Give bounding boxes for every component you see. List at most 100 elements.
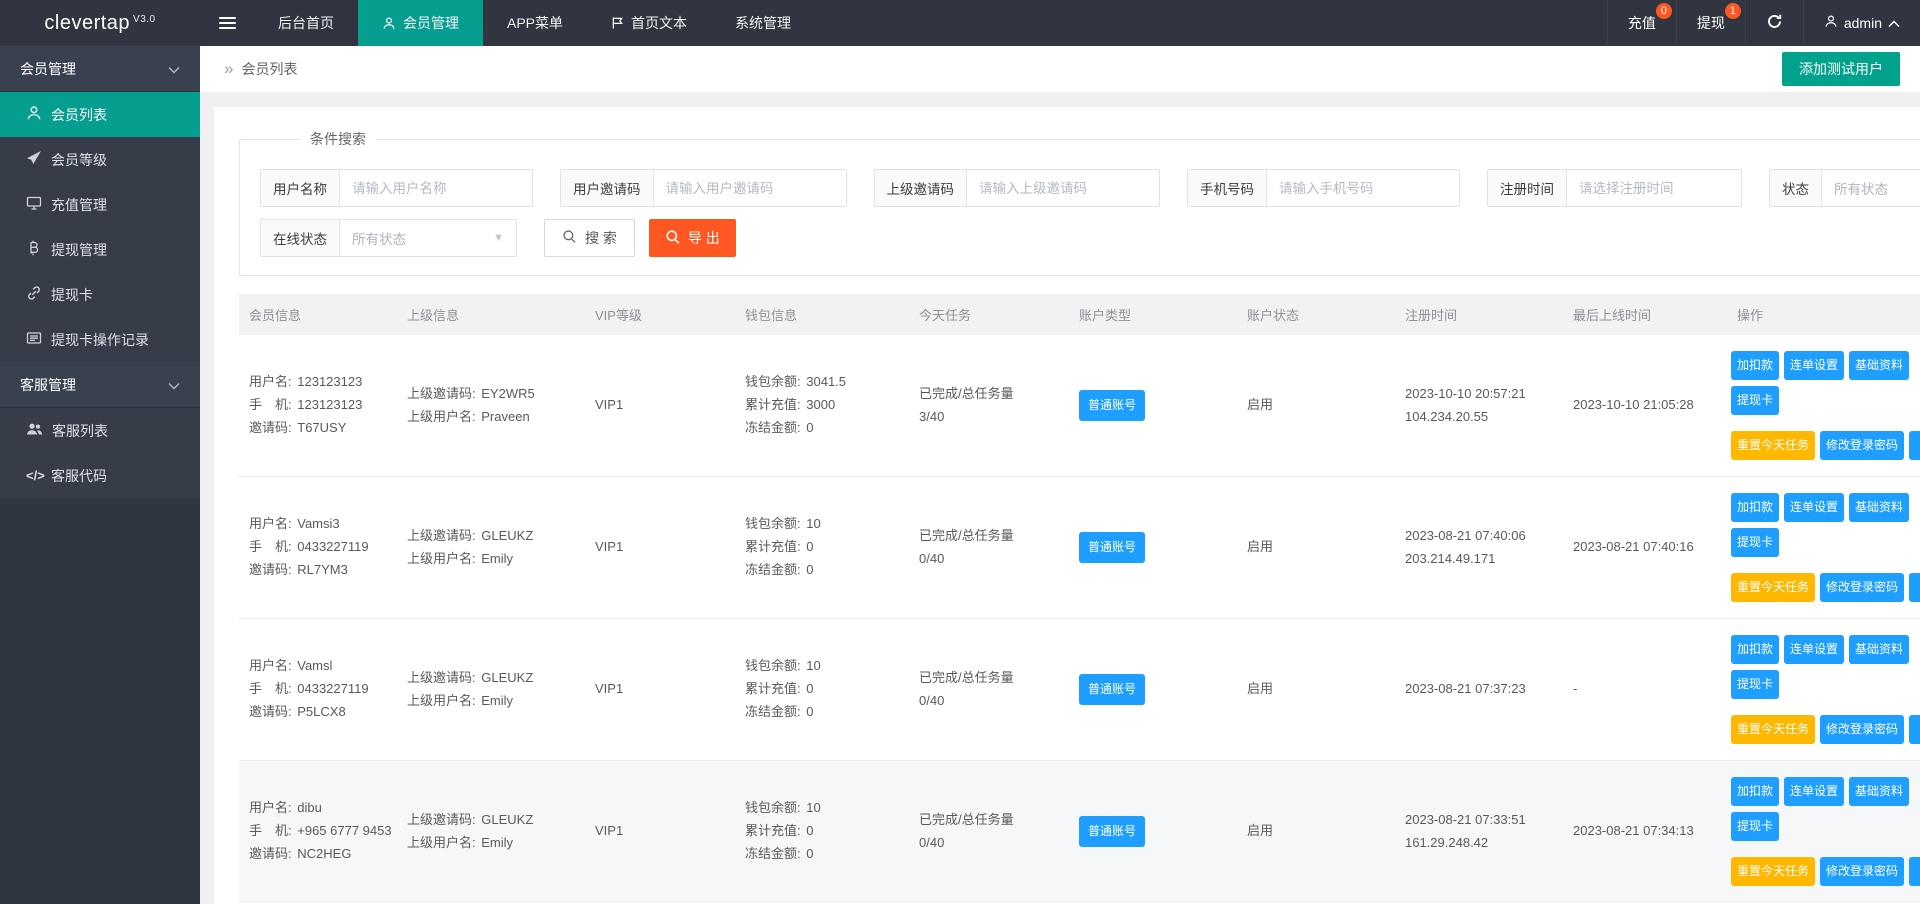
sidebar-item-withdraw-card[interactable]: 提现卡 xyxy=(0,272,200,317)
last-online-cell: - xyxy=(1563,619,1727,761)
phone-input[interactable] xyxy=(1267,170,1459,206)
account-status: 启用 xyxy=(1247,823,1273,838)
sidebar-item-withdraw-card-log[interactable]: 提现卡操作记录 xyxy=(0,317,200,362)
op-button[interactable]: 修改登录密码 xyxy=(1820,857,1904,886)
nav-item-home-text[interactable]: 首页文本 xyxy=(587,0,711,46)
status-select[interactable]: 所有状态 ▼ xyxy=(1822,170,1920,206)
nav-item-members[interactable]: 会员管理 xyxy=(358,0,483,46)
recharge-link[interactable]: 充值 0 xyxy=(1607,0,1676,46)
op-button[interactable]: 提现卡 xyxy=(1731,528,1779,557)
parent-invite-code-input[interactable] xyxy=(967,170,1159,206)
op-button[interactable]: 修改登录密码 xyxy=(1820,573,1904,602)
sidebar-item-member-list[interactable]: 会员列表 xyxy=(0,92,200,137)
wallet-balance: 10 xyxy=(806,658,820,673)
op-line: 提现卡 xyxy=(1731,528,1920,557)
register-time-input[interactable] xyxy=(1567,170,1741,206)
last-online-cell: 2023-10-10 21:05:28 xyxy=(1563,335,1727,477)
user-invite-code-input[interactable] xyxy=(654,170,846,206)
sidebar-group-members[interactable]: 会员管理 xyxy=(0,46,200,92)
sidebar-item-member-level[interactable]: 会员等级 xyxy=(0,137,200,182)
op-button[interactable]: 重置今天任务 xyxy=(1731,857,1815,886)
main-area: » 会员列表 添加测试用户 条件搜索 用户名称 用户邀请 xyxy=(200,46,1920,904)
chevron-down-icon xyxy=(168,377,180,393)
content: 条件搜索 用户名称 用户邀请码 上级邀请码 xyxy=(200,92,1920,904)
op-button[interactable]: 基础资料 xyxy=(1849,493,1909,522)
op-button[interactable]: 重置今天任务 xyxy=(1731,715,1815,744)
member-phone: 123123123 xyxy=(297,397,362,412)
online-status-select[interactable]: 所有状态 ▼ xyxy=(340,220,516,256)
member-invite-code: NC2HEG xyxy=(297,846,351,861)
op-button[interactable]: 基础资料 xyxy=(1849,777,1909,806)
nav-item-app-menu[interactable]: APP菜单 xyxy=(483,0,587,46)
wallet-frozen: 0 xyxy=(806,420,813,435)
op-button[interactable]: 基础资料 xyxy=(1849,351,1909,380)
export-button[interactable]: 导 出 xyxy=(649,219,736,257)
op-button[interactable]: 修改登录密码 xyxy=(1820,715,1904,744)
account-type-cell: 普通账号 xyxy=(1069,477,1237,619)
clipped-button[interactable] xyxy=(1909,715,1920,744)
link-icon xyxy=(26,285,42,304)
person-icon xyxy=(26,105,42,124)
op-button[interactable]: 重置今天任务 xyxy=(1731,573,1815,602)
add-test-user-button[interactable]: 添加测试用户 xyxy=(1782,52,1900,86)
op-button[interactable]: 提现卡 xyxy=(1731,670,1779,699)
today-tasks-cell: 已完成/总任务量 0/40 xyxy=(909,477,1069,619)
nav-item-system[interactable]: 系统管理 xyxy=(711,0,815,46)
op-button[interactable]: 修改登录密码 xyxy=(1820,431,1904,460)
op-button[interactable]: 重置今天任务 xyxy=(1731,431,1815,460)
op-button[interactable]: 基础资料 xyxy=(1849,635,1909,664)
op-button[interactable]: 连单设置 xyxy=(1784,635,1844,664)
user-menu[interactable]: admin xyxy=(1803,0,1920,46)
member-list-card: 条件搜索 用户名称 用户邀请码 上级邀请码 xyxy=(214,107,1920,904)
member-invite-code: RL7YM3 xyxy=(297,562,348,577)
op-button[interactable]: 提现卡 xyxy=(1731,812,1779,841)
clipped-button[interactable] xyxy=(1909,573,1920,602)
clipped-button[interactable] xyxy=(1909,431,1920,460)
op-line: 提现卡 xyxy=(1731,812,1920,841)
op-button[interactable]: 加扣款 xyxy=(1731,493,1779,522)
op-button[interactable]: 加扣款 xyxy=(1731,351,1779,380)
ops-cell: 加扣款连单设置基础资料提现卡重置今天任务修改登录密码 xyxy=(1727,335,1920,477)
sidebar: 会员管理 会员列表 会员等级 充值管理 提现管理 提现卡 xyxy=(0,46,200,904)
logo-text: clevertap xyxy=(44,12,130,35)
vip-level-cell: VIP1 xyxy=(585,619,735,761)
op-line: 重置今天任务修改登录密码 xyxy=(1731,431,1920,460)
sidebar-item-withdraw-mgmt[interactable]: 提现管理 xyxy=(0,227,200,272)
withdraw-link[interactable]: 提现 1 xyxy=(1676,0,1745,46)
sidebar-group-support[interactable]: 客服管理 xyxy=(0,362,200,408)
op-button[interactable]: 连单设置 xyxy=(1784,777,1844,806)
op-button[interactable]: 提现卡 xyxy=(1731,386,1779,415)
sidebar-item-recharge-mgmt[interactable]: 充值管理 xyxy=(0,182,200,227)
parent-username: Emily xyxy=(481,835,513,850)
refresh-button[interactable] xyxy=(1745,0,1803,46)
account-type-cell: 普通账号 xyxy=(1069,619,1237,761)
nav-item-dashboard[interactable]: 后台首页 xyxy=(254,0,358,46)
sidebar-item-support-code[interactable]: </> 客服代码 xyxy=(0,453,200,498)
ops-cell: 加扣款连单设置基础资料提现卡重置今天任务修改登录密码 xyxy=(1727,619,1920,761)
account-status: 启用 xyxy=(1247,539,1273,554)
account-type-badge: 普通账号 xyxy=(1079,816,1145,847)
sidebar-item-support-list[interactable]: 客服列表 xyxy=(0,408,200,453)
op-button[interactable]: 连单设置 xyxy=(1784,493,1844,522)
filter-register-time: 注册时间 xyxy=(1487,169,1742,207)
vip-level: VIP1 xyxy=(595,681,623,696)
op-button[interactable]: 连单设置 xyxy=(1784,351,1844,380)
last-online-time: - xyxy=(1573,681,1577,696)
hamburger-icon[interactable] xyxy=(200,0,254,46)
user-icon xyxy=(1824,14,1838,32)
col-member-info: 会员信息 xyxy=(239,294,397,335)
last-online-cell: 2023-08-21 07:40:16 xyxy=(1563,477,1727,619)
parent-username: Emily xyxy=(481,693,513,708)
account-type-cell: 普通账号 xyxy=(1069,335,1237,477)
op-button[interactable]: 加扣款 xyxy=(1731,635,1779,664)
op-line: 重置今天任务修改登录密码 xyxy=(1731,857,1920,886)
ops-cell: 加扣款连单设置基础资料提现卡重置今天任务修改登录密码 xyxy=(1727,761,1920,903)
clipped-button[interactable] xyxy=(1909,857,1920,886)
op-button[interactable]: 加扣款 xyxy=(1731,777,1779,806)
filter-phone: 手机号码 xyxy=(1187,169,1460,207)
member-username: Vamsl xyxy=(297,658,332,673)
username-input[interactable] xyxy=(340,170,532,206)
wallet-frozen: 0 xyxy=(806,704,813,719)
member-phone: +965 6777 9453 xyxy=(297,823,391,838)
search-button[interactable]: 搜 索 xyxy=(544,219,635,257)
